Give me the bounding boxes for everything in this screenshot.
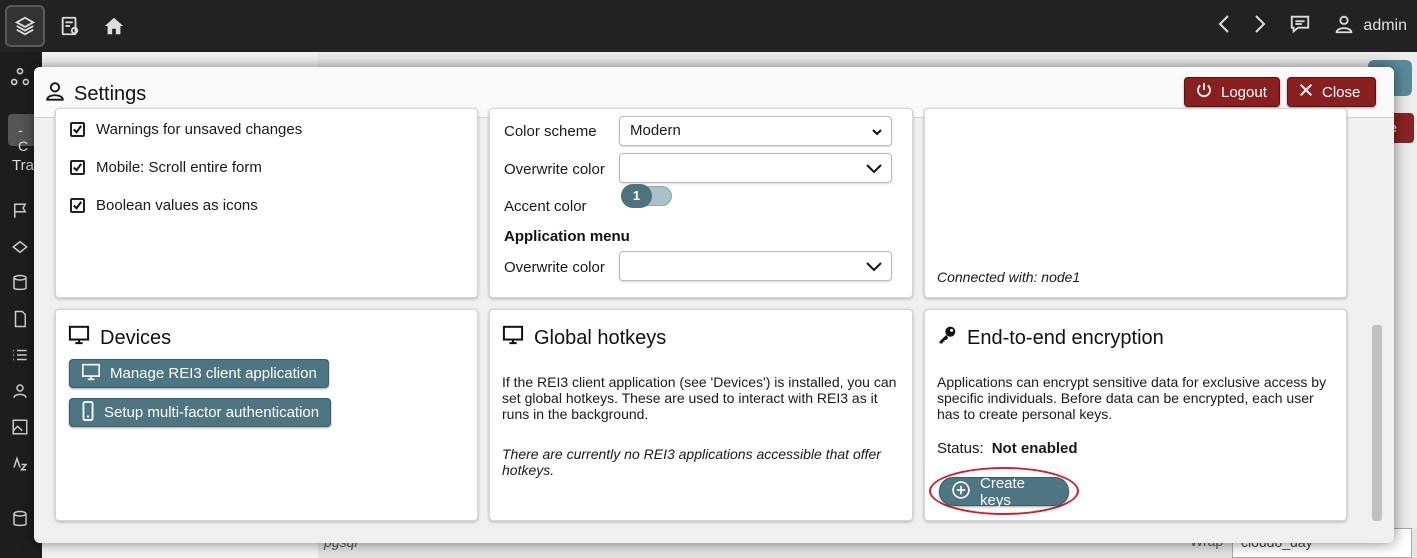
manage-client-app-button[interactable]: Manage REI3 client application: [69, 359, 329, 388]
close-button[interactable]: Close: [1287, 77, 1376, 107]
modal-title-text: Settings: [74, 82, 147, 105]
accent-color-label: Accent color: [504, 198, 587, 215]
status-label: Status:: [937, 440, 984, 457]
user-menu[interactable]: admin: [1333, 13, 1407, 40]
hotkeys-description: If the REI3 client application (see 'Dev…: [502, 374, 897, 422]
hotkeys-empty-notice: There are currently no REI3 applications…: [502, 446, 881, 478]
checkbox-checked-icon: [70, 160, 85, 175]
checkbox-mobile-scroll[interactable]: Mobile: Scroll entire form: [70, 159, 262, 176]
setup-mfa-label: Setup multi-factor authentication: [104, 404, 320, 421]
modal-title: Settings: [44, 80, 146, 108]
hotkeys-title-text: Global hotkeys: [534, 326, 667, 349]
chevron-down-icon: [865, 161, 883, 179]
home-icon[interactable]: [94, 5, 134, 47]
color-scheme-value: Modern: [630, 122, 681, 139]
checkbox-checked-icon: [70, 198, 85, 213]
smartphone-icon: [81, 400, 95, 425]
monitor-icon: [68, 325, 90, 351]
close-label: Close: [1322, 83, 1361, 101]
feedback-icon[interactable]: [1289, 13, 1311, 40]
checkbox-label: Mobile: Scroll entire form: [96, 159, 262, 176]
encryption-card: End-to-end encryption Applications can e…: [924, 309, 1347, 521]
encryption-description: Applications can encrypt sensitive data …: [937, 374, 1327, 422]
user-icon: [44, 80, 66, 108]
color-scheme-select[interactable]: Modern: [619, 116, 892, 146]
monitor-icon: [81, 363, 101, 385]
user-name: admin: [1363, 17, 1407, 34]
overwrite-color-label: Overwrite color: [504, 161, 605, 178]
create-keys-label: Create keys: [980, 474, 1026, 509]
chevron-left-icon[interactable]: [1217, 14, 1231, 39]
user-group-icon[interactable]: [9, 380, 31, 402]
share-icon[interactable]: [9, 66, 31, 88]
monitor-icon: [502, 325, 524, 351]
flag-icon[interactable]: [9, 200, 31, 222]
top-bar: admin: [0, 0, 1417, 52]
checkbox-boolean-icons[interactable]: Boolean values as icons: [70, 197, 258, 214]
checkbox-label: Boolean values as icons: [96, 197, 258, 214]
server-info-card: Connected with: node1: [924, 108, 1347, 298]
list-icon[interactable]: [9, 344, 31, 366]
checkbox-label: Warnings for unsaved changes: [96, 121, 303, 138]
database-icon[interactable]: [9, 272, 31, 294]
create-keys-button[interactable]: Create keys: [939, 474, 1069, 509]
checkbox-checked-icon: [70, 122, 85, 137]
encryption-title: End-to-end encryption: [937, 325, 1164, 351]
translate-icon[interactable]: [9, 452, 31, 474]
settings-modal: Settings Logout Close Warnings for unsav…: [34, 67, 1394, 543]
general-settings-card: Warnings for unsaved changes Mobile: Scr…: [55, 108, 478, 298]
application-menu-heading: Application menu: [504, 228, 630, 245]
display-settings-card: Color scheme Modern Overwrite color Acce…: [489, 108, 913, 298]
logout-label: Logout: [1221, 83, 1267, 101]
chevron-down-icon: [865, 259, 883, 277]
document-icon[interactable]: [9, 308, 31, 330]
setup-mfa-button[interactable]: Setup multi-factor authentication: [69, 398, 332, 427]
form-settings-icon[interactable]: [50, 5, 90, 47]
hotkeys-title: Global hotkeys: [502, 325, 666, 351]
toggle-knob: 1: [621, 184, 652, 208]
power-icon: [1195, 81, 1213, 103]
status-value: Not enabled: [991, 440, 1078, 457]
scrollbar-thumb[interactable]: [1372, 325, 1382, 521]
server-icon[interactable]: [9, 508, 31, 530]
menu-overwrite-color-label: Overwrite color: [504, 259, 605, 276]
modal-scrollbar[interactable]: [1370, 119, 1386, 523]
checkbox-warnings-unsaved[interactable]: Warnings for unsaved changes: [70, 121, 302, 138]
devices-card: Devices Manage REI3 client application S…: [55, 309, 478, 521]
layer-icon[interactable]: [9, 236, 31, 258]
chevron-down-icon: [871, 125, 883, 142]
plus-circle-icon: [951, 480, 971, 504]
global-hotkeys-card: Global hotkeys If the REI3 client applic…: [489, 309, 913, 521]
encryption-title-text: End-to-end encryption: [967, 326, 1164, 349]
top-bar-right: admin: [1217, 0, 1407, 52]
devices-title-text: Devices: [100, 326, 172, 349]
color-scheme-label: Color scheme: [504, 123, 597, 140]
overwrite-color-select[interactable]: [619, 153, 892, 183]
accent-color-toggle[interactable]: 1: [621, 184, 672, 208]
manage-client-app-label: Manage REI3 client application: [110, 365, 317, 382]
image-icon[interactable]: [9, 416, 31, 438]
chevron-right-icon[interactable]: [1253, 14, 1267, 39]
user-icon: [1333, 13, 1355, 40]
encryption-status: Status: Not enabled: [937, 440, 1078, 457]
logout-button[interactable]: Logout: [1184, 77, 1280, 107]
key-icon: [937, 325, 957, 351]
modal-body: Warnings for unsaved changes Mobile: Scr…: [34, 108, 1394, 543]
connected-node-text: Connected with: node1: [937, 269, 1081, 285]
layers-icon[interactable]: [5, 5, 45, 47]
menu-overwrite-color-select[interactable]: [619, 251, 892, 281]
background-sidebar-text: Tra: [12, 157, 34, 174]
close-icon: [1298, 82, 1314, 102]
devices-title: Devices: [68, 325, 171, 351]
